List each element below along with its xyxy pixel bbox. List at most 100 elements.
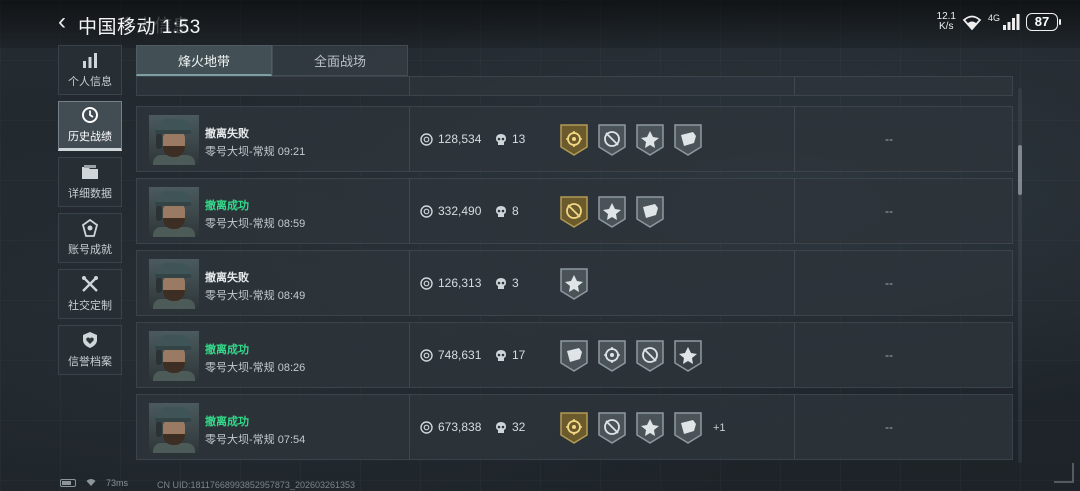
- divider: [794, 323, 795, 387]
- divider: [409, 179, 410, 243]
- back-arrow-icon[interactable]: ‹: [58, 8, 80, 36]
- badge-list: [559, 339, 703, 373]
- battery-indicator: 87: [1026, 13, 1061, 31]
- coin-value: 128,534: [420, 132, 481, 146]
- kill-count: 17: [495, 348, 525, 362]
- avatar: [149, 259, 199, 309]
- coin-value: 748,631: [420, 348, 481, 362]
- badge-icon[interactable]: [673, 339, 703, 373]
- map-name: 零号大坝-常规: [205, 434, 275, 446]
- list-item-partial: [136, 76, 1013, 96]
- carrier-name: 中国移动: [78, 17, 157, 38]
- divider: [409, 77, 410, 95]
- extra-stat: --: [885, 204, 893, 218]
- corner-decoration: [1054, 463, 1074, 483]
- divider: [794, 395, 795, 459]
- badge-icon[interactable]: [597, 339, 627, 373]
- coin-icon: [420, 204, 433, 218]
- carrier-time: 中国移动 1:53: [78, 12, 201, 39]
- net-type: 4G: [987, 13, 1000, 23]
- badge-icon[interactable]: [673, 411, 703, 445]
- divider: [794, 107, 795, 171]
- avatar: [149, 115, 199, 165]
- map-name: 零号大坝-常规: [205, 146, 275, 158]
- divider: [794, 179, 795, 243]
- sidebar-item-label: 详细数据: [68, 188, 112, 200]
- mode-tabs: 烽火地带 全面战场: [136, 45, 408, 76]
- shield-heart-icon: [80, 331, 100, 349]
- sidebar-item-achievements[interactable]: 账号成就: [58, 213, 122, 263]
- match-row[interactable]: 撤离成功 零号大坝-常规 08:26 748,631 17 --: [136, 322, 1013, 388]
- match-row[interactable]: 撤离成功 零号大坝-常规 08:59 332,490 8 --: [136, 178, 1013, 244]
- wifi-icon: [962, 14, 982, 30]
- map-and-time: 零号大坝-常规 09:21: [205, 143, 305, 159]
- more-badges-count[interactable]: +1: [713, 422, 726, 434]
- divider: [794, 77, 795, 95]
- badge-list: [559, 267, 589, 301]
- match-row[interactable]: 撤离失败 零号大坝-常规 09:21 128,534 13 --: [136, 106, 1013, 172]
- ping-text: 73ms: [106, 478, 129, 488]
- scrollbar-thumb[interactable]: [1018, 145, 1022, 195]
- wifi-small-icon: [86, 478, 96, 488]
- tab-warzone[interactable]: 烽火地带: [136, 45, 272, 76]
- sidebar-item-label: 账号成就: [68, 244, 112, 256]
- map-and-time: 零号大坝-常规 08:59: [205, 215, 305, 231]
- badge-icon[interactable]: [635, 339, 665, 373]
- skull-icon: [496, 421, 506, 433]
- divider: [409, 323, 410, 387]
- skull-icon: [496, 349, 506, 361]
- coin-icon: [420, 420, 433, 434]
- status-bar: 个人信息 ‹ 中国移动 1:53 12.1 K/s 4G 87: [0, 0, 1080, 48]
- badge-list: [559, 123, 703, 157]
- skull-icon: [496, 205, 506, 217]
- kill-count: 8: [495, 204, 519, 218]
- extraction-result: 撤离失败: [205, 128, 249, 140]
- sidebar-item-reputation[interactable]: 信誉档案: [58, 325, 122, 375]
- badge-list: +1: [559, 411, 726, 445]
- badge-icon[interactable]: [559, 339, 589, 373]
- badge-icon[interactable]: [635, 195, 665, 229]
- extra-stat: --: [885, 276, 893, 290]
- tab-full-battlefield[interactable]: 全面战场: [272, 45, 408, 76]
- match-row[interactable]: 撤离成功 零号大坝-常规 07:54 673,838 32 +1 --: [136, 394, 1013, 460]
- badge-icon[interactable]: [635, 123, 665, 157]
- gold-badge-icon[interactable]: [559, 195, 589, 229]
- badge-icon[interactable]: [597, 411, 627, 445]
- map-name: 零号大坝-常规: [205, 218, 275, 230]
- gold-badge-icon[interactable]: [559, 411, 589, 445]
- kill-count: 3: [495, 276, 519, 290]
- sidebar-item-details[interactable]: 详细数据: [58, 157, 122, 207]
- match-row[interactable]: 撤离失败 零号大坝-常规 08:49 126,313 3 --: [136, 250, 1013, 316]
- badge-icon[interactable]: [597, 123, 627, 157]
- badge-icon[interactable]: [559, 267, 589, 301]
- badge-icon[interactable]: [597, 195, 627, 229]
- badge-icon[interactable]: [635, 411, 665, 445]
- signal-icon: [1002, 14, 1020, 30]
- badge-list: [559, 195, 665, 229]
- coin-icon: [420, 348, 433, 362]
- avatar: [149, 403, 199, 453]
- match-history-list[interactable]: 撤离失败 零号大坝-常规 09:21 128,534 13 -- 撤离成功 零号大坝-常规 …: [136, 76, 1013, 468]
- sidebar-item-social[interactable]: 社交定制: [58, 269, 122, 319]
- map-and-time: 零号大坝-常规 08:49: [205, 287, 305, 303]
- map-name: 零号大坝-常规: [205, 362, 275, 374]
- sidebar-item-history[interactable]: 历史战绩: [58, 101, 122, 151]
- uid-text: CN UID:18117668993852957873_202603261353: [157, 480, 356, 490]
- map-and-time: 零号大坝-常规 08:26: [205, 359, 305, 375]
- map-and-time: 零号大坝-常规 07:54: [205, 431, 305, 447]
- avatar: [149, 187, 199, 237]
- skull-icon: [496, 133, 506, 145]
- footer-status: 73ms: [60, 478, 128, 488]
- sidebar-item-profile[interactable]: 个人信息: [58, 45, 122, 95]
- bar-chart-icon: [80, 51, 100, 69]
- badge-icon[interactable]: [673, 123, 703, 157]
- divider: [409, 395, 410, 459]
- status-icons: 12.1 K/s 4G 87: [937, 12, 1061, 32]
- match-time: 09:21: [277, 146, 306, 158]
- divider: [409, 107, 410, 171]
- clock-icon: [80, 106, 100, 124]
- coin-value: 126,313: [420, 276, 481, 290]
- extra-stat: --: [885, 420, 893, 434]
- coin-value: 673,838: [420, 420, 481, 434]
- gold-badge-icon[interactable]: [559, 123, 589, 157]
